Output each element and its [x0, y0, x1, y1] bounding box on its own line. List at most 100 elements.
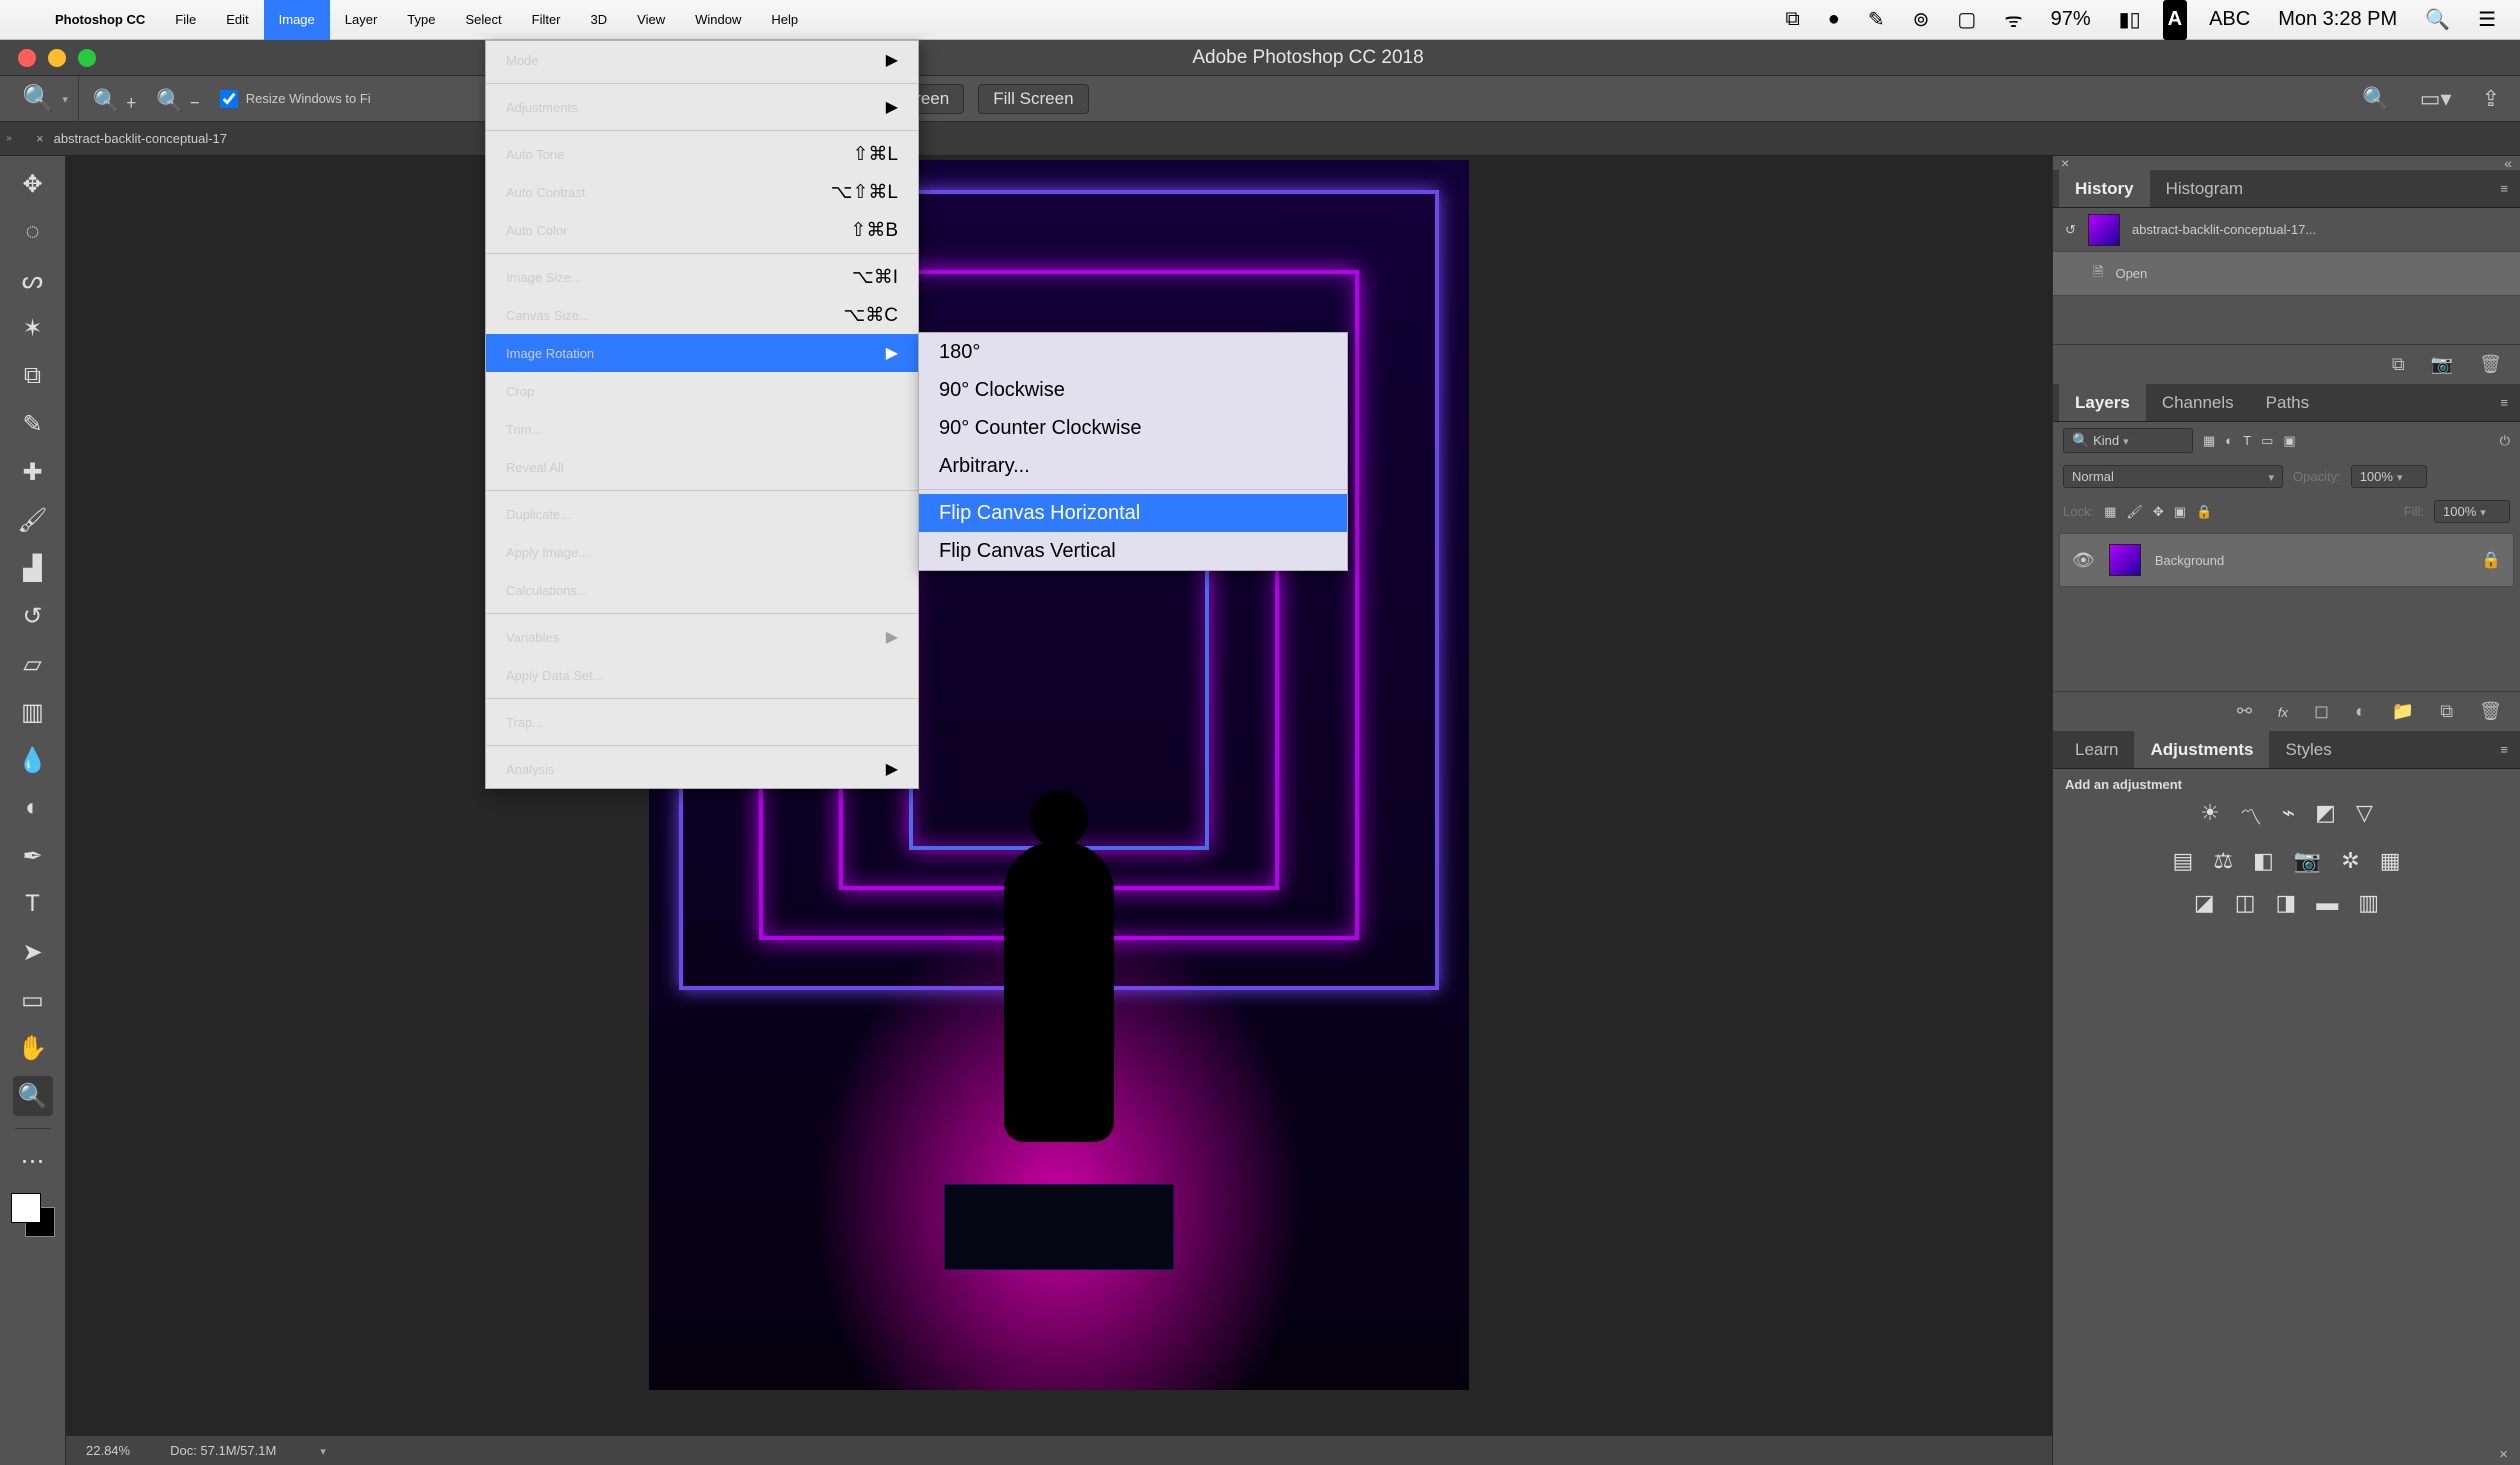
new-layer-icon[interactable]: ⧉ [2440, 701, 2453, 722]
zoom-level[interactable]: 22.84% [86, 1443, 130, 1458]
invert-icon[interactable]: ◪ [2194, 890, 2215, 916]
shape-tool[interactable]: ▭ [13, 980, 53, 1020]
gradient-tool[interactable]: ▥ [13, 692, 53, 732]
layer-style-icon[interactable]: fx [2278, 701, 2288, 722]
current-tool-indicator[interactable]: 🔍 [12, 76, 79, 121]
bw-icon[interactable]: ◧ [2253, 848, 2274, 874]
color-lookup-icon[interactable]: ▦ [2380, 848, 2401, 874]
tab-channels[interactable]: Channels [2146, 384, 2250, 421]
fill-screen-button[interactable]: Fill Screen [978, 84, 1088, 114]
mi-adjustments[interactable]: Adjustments▶ [486, 88, 918, 126]
filter-shape-icon[interactable]: ▭ [2261, 433, 2273, 449]
mi-calculations[interactable]: Calculations... [486, 571, 918, 609]
brush-tool[interactable]: 🖌 [13, 500, 53, 540]
app-menu[interactable]: Photoshop CC [40, 0, 160, 40]
snapshot-icon[interactable]: 📷 [2431, 354, 2453, 375]
tab-histogram[interactable]: Histogram [2150, 170, 2259, 207]
battery-icon[interactable]: ▮▯ [2113, 0, 2147, 40]
gradient-map-icon[interactable]: ▬ [2316, 890, 2338, 916]
mi-mode[interactable]: Mode▶ [486, 41, 918, 79]
control-center-icon[interactable]: ☰ [2472, 0, 2502, 40]
mi-rotate-90cw[interactable]: 90° Clockwise [919, 371, 1347, 409]
mi-trim[interactable]: Trim... [486, 410, 918, 448]
hand-tool[interactable]: ✋ [13, 1028, 53, 1068]
dropbox-icon[interactable]: ⧉ [1780, 0, 1806, 40]
levels-icon[interactable]: 〽 [2240, 800, 2262, 832]
resize-windows-input[interactable] [220, 90, 238, 108]
filter-toggle-icon[interactable]: ⏻ [2500, 433, 2510, 449]
photo-filter-icon[interactable]: 📷 [2294, 848, 2321, 874]
channel-mixer-icon[interactable]: ✲ [2341, 848, 2359, 874]
delete-state-icon[interactable]: 🗑 [2479, 354, 2502, 375]
crop-tool[interactable]: ⧉ [13, 356, 53, 396]
exposure-icon[interactable]: ◩ [2315, 800, 2336, 832]
history-panel-menu-icon[interactable]: ≡ [2488, 181, 2520, 196]
eraser-tool[interactable]: ▱ [13, 644, 53, 684]
mi-analysis[interactable]: Analysis▶ [486, 750, 918, 788]
marquee-tool[interactable]: ◌ [13, 212, 53, 252]
status-menu-icon[interactable] [316, 1443, 326, 1458]
lasso-tool[interactable]: ᔕ [13, 260, 53, 300]
type-tool[interactable]: T [13, 884, 53, 924]
input-source-icon[interactable]: A [2163, 0, 2187, 40]
pen-tool[interactable]: ✒ [13, 836, 53, 876]
quick-select-tool[interactable]: ✶ [13, 308, 53, 348]
search-icon[interactable]: 🔍 [2354, 86, 2397, 112]
mi-flip-vertical[interactable]: Flip Canvas Vertical [919, 532, 1347, 570]
layer-mask-icon[interactable]: ◻ [2314, 701, 2329, 722]
menu-image[interactable]: Image [264, 0, 330, 40]
tab-layers[interactable]: Layers [2059, 384, 2146, 421]
menu-edit[interactable]: Edit [211, 0, 263, 40]
history-brush-tool[interactable]: ↺ [13, 596, 53, 636]
apple-menu[interactable] [0, 0, 40, 40]
layer-lock-icon[interactable]: 🔒 [2481, 550, 2501, 570]
lock-position-icon[interactable]: ✥ [2153, 504, 2164, 520]
hue-icon[interactable]: ▤ [2173, 848, 2194, 874]
close-window-button[interactable] [18, 49, 36, 67]
workspace-icon[interactable]: ▭▾ [2412, 86, 2460, 112]
airplay-icon[interactable]: ▢ [1951, 0, 1982, 40]
close-tab-icon[interactable]: × [36, 131, 44, 146]
input-source-label[interactable]: ABC [2203, 0, 2256, 40]
mi-duplicate[interactable]: Duplicate... [486, 495, 918, 533]
tab-paths[interactable]: Paths [2250, 384, 2325, 421]
menu-filter[interactable]: Filter [517, 0, 576, 40]
color-swatches[interactable] [11, 1193, 55, 1237]
mi-canvas-size[interactable]: Canvas Size...⌥⌘C [486, 296, 918, 334]
mi-rotate-arbitrary[interactable]: Arbitrary... [919, 447, 1347, 485]
curves-icon[interactable]: ⌁ [2282, 800, 2295, 832]
tab-adjustments[interactable]: Adjustments [2134, 731, 2269, 768]
dodge-tool[interactable]: ◐ [13, 788, 53, 828]
fill-input[interactable]: 100% [2434, 500, 2510, 523]
menu-window[interactable]: Window [680, 0, 756, 40]
tab-history[interactable]: History [2059, 170, 2150, 207]
mi-rotate-180[interactable]: 180° [919, 333, 1347, 371]
create-document-from-state-icon[interactable]: ⧉ [2392, 354, 2405, 375]
stamp-tool[interactable]: ▟ [13, 548, 53, 588]
share-icon[interactable]: ⇪ [2474, 86, 2508, 112]
battery-percent[interactable]: 97% [2045, 0, 2097, 40]
circle-icon[interactable]: ● [1822, 0, 1846, 40]
layers-panel-menu-icon[interactable]: ≡ [2488, 395, 2520, 410]
panel-close-icon[interactable]: × [2061, 155, 2069, 171]
resize-windows-checkbox[interactable]: Resize Windows to Fi [220, 90, 371, 108]
mi-image-size[interactable]: Image Size...⌥⌘I [486, 258, 918, 296]
minimize-window-button[interactable] [48, 49, 66, 67]
mi-apply-image[interactable]: Apply Image... [486, 533, 918, 571]
selective-color-icon[interactable]: ▥ [2358, 890, 2379, 916]
threshold-icon[interactable]: ◨ [2276, 890, 2297, 916]
clock[interactable]: Mon 3:28 PM [2272, 0, 2403, 40]
healing-tool[interactable]: ✚ [13, 452, 53, 492]
menu-help[interactable]: Help [756, 0, 813, 40]
filter-pixel-icon[interactable]: ▦ [2203, 433, 2215, 449]
lock-all-icon[interactable]: 🔒 [2196, 504, 2212, 520]
menu-select[interactable]: Select [450, 0, 516, 40]
menu-layer[interactable]: Layer [330, 0, 393, 40]
feather-icon[interactable]: ✎ [1862, 0, 1891, 40]
menu-file[interactable]: File [160, 0, 211, 40]
mi-auto-contrast[interactable]: Auto Contrast⌥⇧⌘L [486, 173, 918, 211]
panel-collapse-icon[interactable]: « [2504, 155, 2512, 171]
lock-paint-icon[interactable]: 🖌 [2126, 504, 2143, 520]
lock-artboard-icon[interactable]: ▣ [2174, 504, 2186, 520]
doc-size[interactable]: Doc: 57.1M/57.1M [170, 1443, 276, 1458]
